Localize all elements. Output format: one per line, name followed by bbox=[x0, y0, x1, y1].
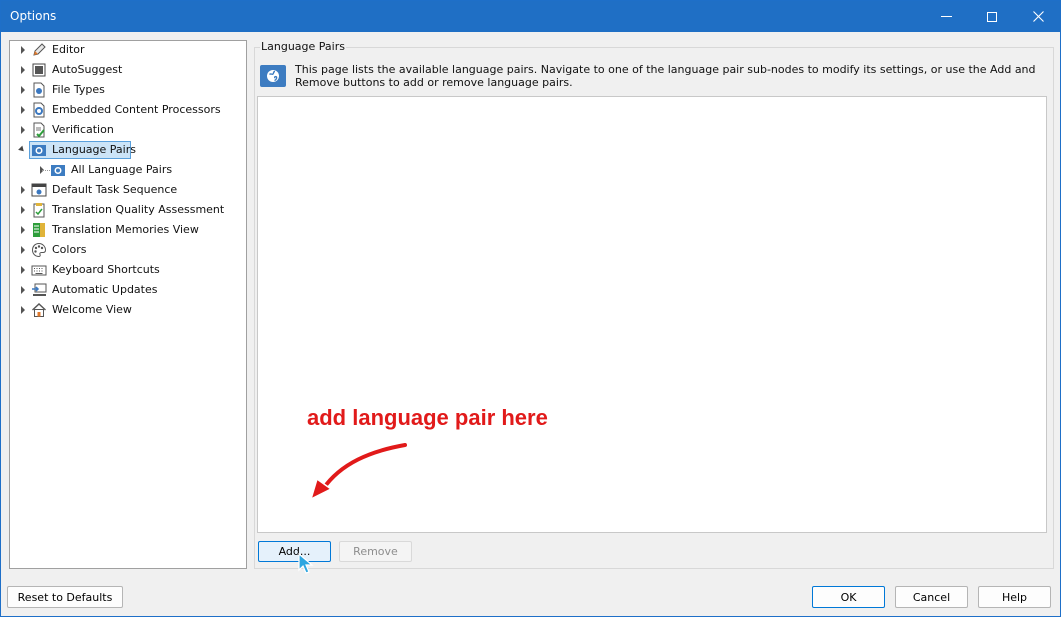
annotation-arrow-icon bbox=[309, 441, 409, 501]
close-button[interactable] bbox=[1015, 1, 1061, 32]
add-button[interactable]: Add... bbox=[258, 541, 331, 562]
remove-button[interactable]: Remove bbox=[339, 541, 412, 562]
expander-language-pairs[interactable] bbox=[18, 145, 26, 153]
maximize-icon bbox=[987, 11, 997, 22]
ok-button[interactable]: OK bbox=[812, 586, 885, 608]
help-button[interactable]: Help bbox=[978, 586, 1051, 608]
tree-item-keyboard-shortcuts[interactable]: Keyboard Shortcuts bbox=[52, 262, 160, 278]
quality-assessment-icon bbox=[31, 202, 47, 218]
expander-autosuggest[interactable] bbox=[19, 66, 27, 74]
all-language-pairs-icon bbox=[50, 162, 66, 178]
tree-connector bbox=[42, 170, 50, 171]
updates-icon bbox=[31, 282, 47, 298]
tree-item-file-types[interactable]: File Types bbox=[52, 82, 105, 98]
group-title: Language Pairs bbox=[260, 40, 346, 53]
keyboard-icon bbox=[31, 262, 47, 278]
task-sequence-icon bbox=[31, 182, 47, 198]
minimize-icon bbox=[940, 16, 952, 17]
language-pairs-icon bbox=[31, 142, 47, 158]
tree-item-all-language-pairs[interactable]: All Language Pairs bbox=[71, 162, 172, 178]
autosuggest-icon bbox=[31, 62, 47, 78]
reset-to-defaults-button[interactable]: Reset to Defaults bbox=[7, 586, 123, 608]
palette-icon bbox=[31, 242, 47, 258]
tree-item-automatic-updates[interactable]: Automatic Updates bbox=[52, 282, 157, 298]
options-tree[interactable]: Editor AutoSuggest File Types Embedded C… bbox=[9, 40, 247, 569]
verification-icon bbox=[31, 122, 47, 138]
info-text: This page lists the available language p… bbox=[295, 63, 1036, 89]
minimize-button[interactable] bbox=[923, 1, 969, 32]
expander-translation-quality-assessment[interactable] bbox=[19, 206, 27, 214]
mouse-cursor-icon bbox=[298, 553, 314, 574]
maximize-button[interactable] bbox=[969, 1, 1015, 32]
tree-item-language-pairs[interactable]: Language Pairs bbox=[52, 142, 136, 158]
expander-editor[interactable] bbox=[19, 46, 27, 54]
tree-item-translation-memories-view[interactable]: Translation Memories View bbox=[52, 222, 199, 238]
expander-file-types[interactable] bbox=[19, 86, 27, 94]
expander-automatic-updates[interactable] bbox=[19, 286, 27, 294]
info-globe-icon bbox=[260, 65, 286, 87]
tree-item-welcome-view[interactable]: Welcome View bbox=[52, 302, 132, 318]
expander-welcome-view[interactable] bbox=[19, 306, 27, 314]
tree-item-embedded-content-processors[interactable]: Embedded Content Processors bbox=[52, 102, 221, 118]
expander-keyboard-shortcuts[interactable] bbox=[19, 266, 27, 274]
cancel-button[interactable]: Cancel bbox=[895, 586, 968, 608]
close-icon bbox=[1032, 11, 1044, 22]
translation-memories-icon bbox=[31, 222, 47, 238]
expander-colors[interactable] bbox=[19, 246, 27, 254]
tree-item-verification[interactable]: Verification bbox=[52, 122, 114, 138]
tree-item-editor[interactable]: Editor bbox=[52, 42, 85, 58]
expander-translation-memories-view[interactable] bbox=[19, 226, 27, 234]
embedded-content-icon bbox=[31, 102, 47, 118]
tree-item-translation-quality-assessment[interactable]: Translation Quality Assessment bbox=[52, 202, 224, 218]
expander-embedded-content[interactable] bbox=[19, 106, 27, 114]
home-icon bbox=[31, 302, 47, 318]
options-dialog: Options Editor AutoSuggest File Types Em… bbox=[0, 0, 1061, 617]
tree-item-default-task-sequence[interactable]: Default Task Sequence bbox=[52, 182, 177, 198]
window-title: Options bbox=[10, 9, 57, 23]
annotation-text: add language pair here bbox=[307, 405, 548, 430]
tree-item-autosuggest[interactable]: AutoSuggest bbox=[52, 62, 122, 78]
file-types-icon bbox=[31, 82, 47, 98]
title-bar[interactable]: Options bbox=[1, 1, 1060, 32]
pencil-icon bbox=[31, 42, 47, 58]
expander-verification[interactable] bbox=[19, 126, 27, 134]
tree-item-colors[interactable]: Colors bbox=[52, 242, 86, 258]
expander-default-task-sequence[interactable] bbox=[19, 186, 27, 194]
